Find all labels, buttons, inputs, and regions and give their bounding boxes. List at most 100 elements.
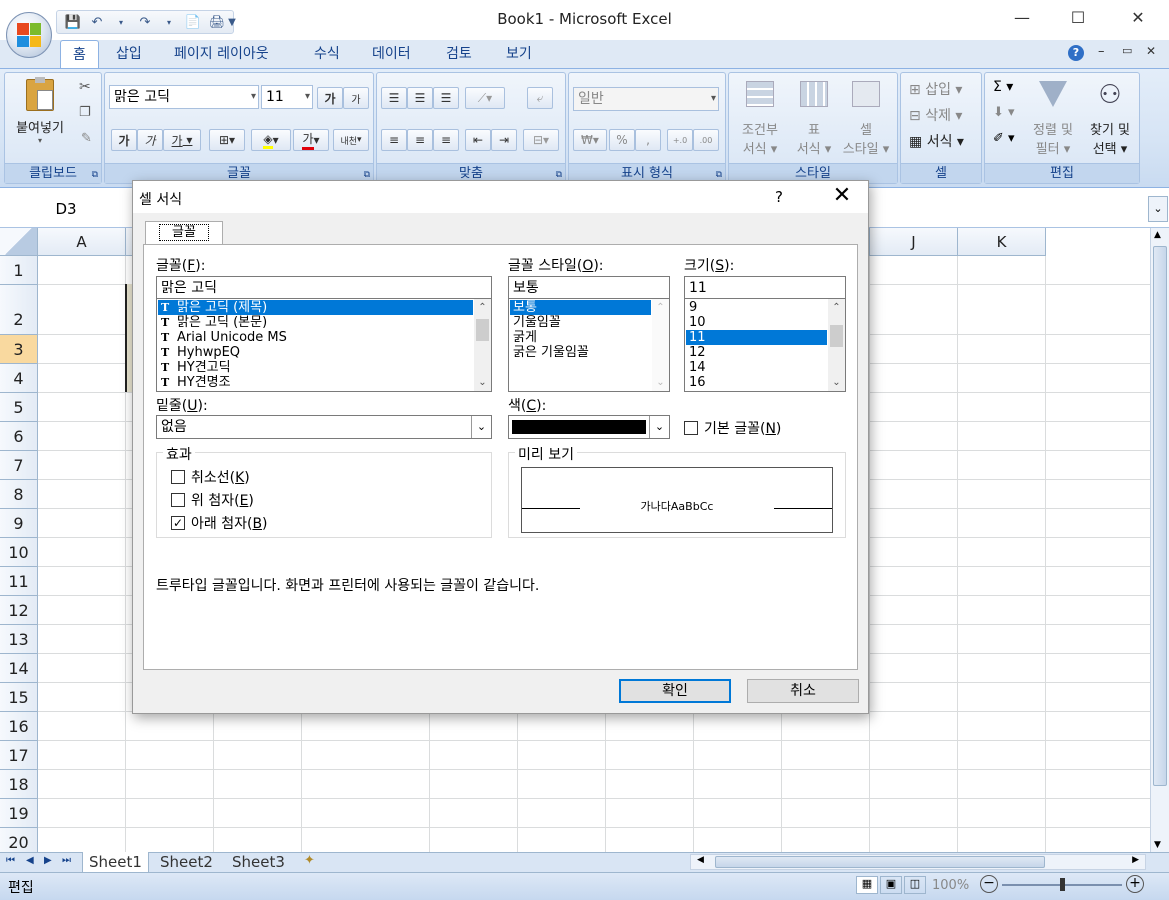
sheet-tab-2[interactable]: Sheet2 xyxy=(154,852,219,872)
expand-formula-bar-icon[interactable]: ⌄ xyxy=(1148,196,1168,222)
font-list[interactable]: T 맑은 고딕 (제목) T 맑은 고딕 (본문) T Arial Unicode MS T… xyxy=(156,298,492,392)
scroll-down-icon[interactable]: ▼ xyxy=(1154,840,1161,850)
font-color-button[interactable]: 가 ▾ xyxy=(293,129,329,151)
row-header-13[interactable]: 13 xyxy=(0,625,38,654)
page-layout-view-icon[interactable]: ▣ xyxy=(880,876,902,894)
list-item[interactable]: 9 xyxy=(686,300,827,315)
row-header-18[interactable]: 18 xyxy=(0,770,38,799)
chevron-down-icon[interactable]: ⌄ xyxy=(471,416,491,438)
cut-icon[interactable]: ✂ xyxy=(79,79,91,95)
italic-button[interactable]: 가 xyxy=(137,129,163,151)
sheet-nav-first-icon[interactable]: ⏮ xyxy=(6,855,15,866)
save-icon[interactable]: 💾 xyxy=(63,12,83,32)
row-header-1[interactable]: 1 xyxy=(0,256,38,285)
maximize-button[interactable]: ☐ xyxy=(1058,8,1098,32)
list-item[interactable]: T 맑은 고딕 (제목) xyxy=(158,300,473,315)
zoom-out-icon[interactable]: − xyxy=(980,875,998,893)
phonetic-button[interactable]: 내천 ▾ xyxy=(333,129,369,151)
page-break-view-icon[interactable]: ◫ xyxy=(904,876,926,894)
list-item[interactable]: 보통 xyxy=(510,300,651,315)
bold-button[interactable]: 가 xyxy=(111,129,137,151)
underline-select[interactable]: 없음 ⌄ xyxy=(156,415,492,439)
style-list-scrollbar[interactable]: ⌃ ⌄ xyxy=(652,299,669,391)
close-window-button[interactable]: ✕ xyxy=(1118,8,1158,32)
decrease-decimal-button[interactable]: .00 xyxy=(693,129,719,151)
list-item[interactable]: 11 xyxy=(686,330,827,345)
select-all-corner[interactable] xyxy=(0,228,38,256)
subscript-checkbox[interactable]: ✓ xyxy=(171,516,185,530)
conditional-formatting-button[interactable]: 조건부 서식 ▾ xyxy=(733,81,787,157)
tab-page-layout[interactable]: 페이지 레이아웃 xyxy=(162,40,281,68)
row-header-11[interactable]: 11 xyxy=(0,567,38,596)
sheet-tab-3[interactable]: Sheet3 xyxy=(226,852,291,872)
font-name-input[interactable]: 맑은 고딕 xyxy=(156,276,492,300)
row-header-5[interactable]: 5 xyxy=(0,393,38,422)
undo-icon[interactable]: ↶ xyxy=(87,12,107,32)
redo-dropdown-icon[interactable]: ▾ xyxy=(159,12,179,32)
format-as-table-button[interactable]: 표 서식 ▾ xyxy=(789,81,839,157)
align-left-button[interactable]: ≡ xyxy=(381,129,407,151)
size-input[interactable]: 11 xyxy=(684,276,846,300)
name-box[interactable]: D3 xyxy=(2,195,130,223)
font-style-list[interactable]: 보통 기울임꼴 굵게 굵은 기울임꼴 ⌃ ⌄ xyxy=(508,298,670,392)
row-header-12[interactable]: 12 xyxy=(0,596,38,625)
comma-button[interactable]: , xyxy=(635,129,661,151)
normal-font-checkbox[interactable] xyxy=(684,421,698,435)
list-item[interactable]: T HY견고딕 xyxy=(158,360,473,375)
copy-icon[interactable]: ❐ xyxy=(79,105,91,120)
list-item[interactable]: 10 xyxy=(686,315,827,330)
customize-qat-icon[interactable]: ▼ xyxy=(222,12,242,32)
list-item[interactable]: 굵은 기울임꼴 xyxy=(510,345,651,360)
clipboard-launcher-icon[interactable]: ⧉ xyxy=(92,170,98,180)
align-middle-button[interactable]: ☰ xyxy=(407,87,433,109)
number-launcher-icon[interactable]: ⧉ xyxy=(716,170,722,180)
sheet-nav-last-icon[interactable]: ⏭ xyxy=(62,855,71,866)
horizontal-scrollbar[interactable]: ◀ ▶ xyxy=(690,854,1146,870)
tab-home[interactable]: 홈 xyxy=(60,40,99,68)
scroll-up-icon[interactable]: ⌃ xyxy=(474,299,491,316)
row-header-10[interactable]: 10 xyxy=(0,538,38,567)
font-size-combo[interactable]: 11 ▾ xyxy=(261,85,313,109)
list-item[interactable]: T Arial Unicode MS xyxy=(158,330,473,345)
chevron-down-icon[interactable]: ⌄ xyxy=(649,416,669,438)
wrap-text-button[interactable]: ⤶ xyxy=(527,87,553,109)
list-item[interactable]: 굵게 xyxy=(510,330,651,345)
insert-sheet-icon[interactable]: ✦ xyxy=(304,853,315,868)
row-header-17[interactable]: 17 xyxy=(0,741,38,770)
size-list-scroll-thumb[interactable] xyxy=(830,325,843,347)
clear-button[interactable]: ✐ ▾ xyxy=(993,131,1015,146)
help-icon[interactable]: ? xyxy=(1068,45,1084,61)
tab-formulas[interactable]: 수식 xyxy=(302,40,352,68)
fill-button[interactable]: ⬇ ▾ xyxy=(993,105,1015,120)
color-select[interactable]: ⌄ xyxy=(508,415,670,439)
sheet-nav-prev-icon[interactable]: ◀ xyxy=(26,855,34,866)
dialog-close-button[interactable]: ✕ xyxy=(827,183,857,208)
vertical-scrollbar[interactable]: ▲ ▼ xyxy=(1150,228,1169,854)
scroll-up-icon[interactable]: ▲ xyxy=(1154,230,1161,240)
shrink-font-button[interactable]: 가 xyxy=(343,87,369,109)
tab-review[interactable]: 검토 xyxy=(434,40,484,68)
insert-cells-button[interactable]: ⊞ 삽입 ▾ xyxy=(909,79,962,99)
dialog-help-button[interactable]: ? xyxy=(775,188,783,206)
scroll-up-icon[interactable]: ⌃ xyxy=(828,299,845,316)
paste-button[interactable]: 붙여넣기 ▾ xyxy=(9,77,71,145)
increase-indent-button[interactable]: ⇥ xyxy=(491,129,517,151)
font-list-scroll-thumb[interactable] xyxy=(476,319,489,341)
align-center-button[interactable]: ≡ xyxy=(407,129,433,151)
tab-data[interactable]: 데이터 xyxy=(360,40,423,68)
column-header-k[interactable]: K xyxy=(958,228,1046,256)
tab-font[interactable]: 글꼴 xyxy=(145,221,223,245)
alignment-launcher-icon[interactable]: ⧉ xyxy=(556,170,562,180)
list-item[interactable]: T HyhwpEQ xyxy=(158,345,473,360)
ribbon-close-icon[interactable]: ✕ xyxy=(1146,44,1156,58)
row-header-4[interactable]: 4 xyxy=(0,364,38,393)
number-format-combo[interactable]: 일반 ▾ xyxy=(573,87,719,111)
currency-button[interactable]: ₩ ▾ xyxy=(573,129,607,151)
scroll-thumb[interactable] xyxy=(1153,246,1167,786)
orientation-button[interactable]: ⟋▾ xyxy=(465,87,505,109)
row-header-2[interactable]: 2 xyxy=(0,285,38,335)
list-item[interactable]: T 맑은 고딕 (본문) xyxy=(158,315,473,330)
scroll-down-icon[interactable]: ⌄ xyxy=(474,374,491,391)
list-item[interactable]: 기울임꼴 xyxy=(510,315,651,330)
align-bottom-button[interactable]: ☰ xyxy=(433,87,459,109)
